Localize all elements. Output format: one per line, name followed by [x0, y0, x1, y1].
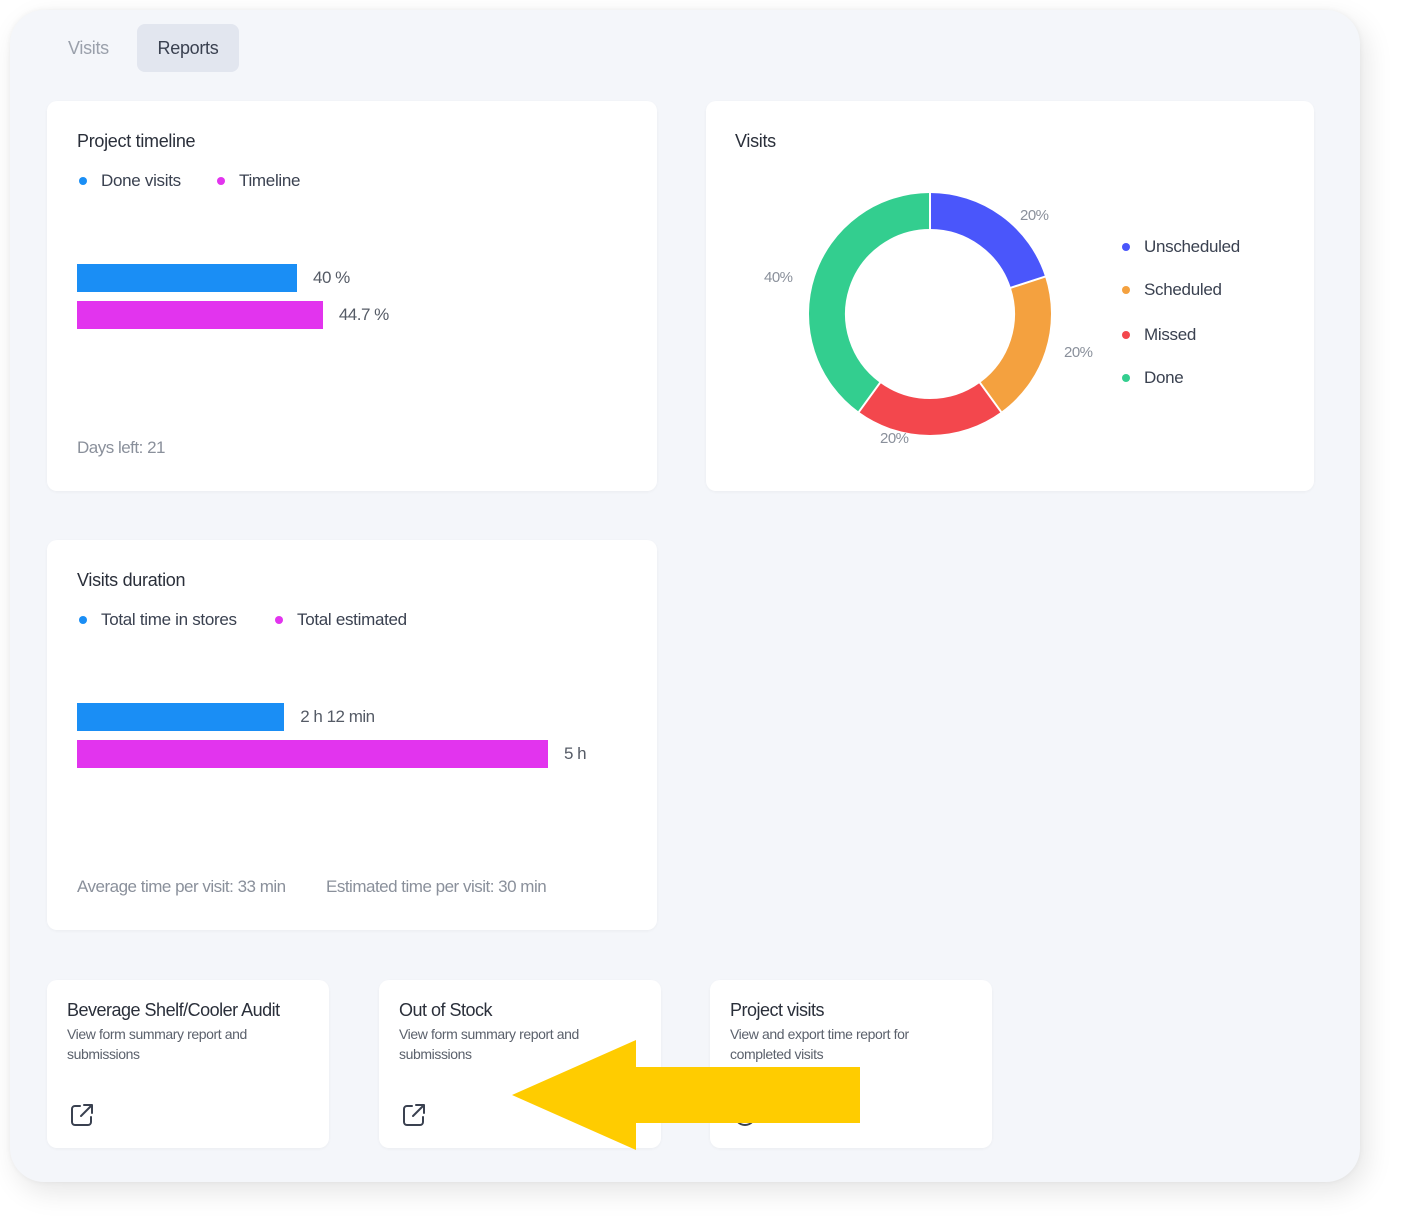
legend-dot — [275, 616, 283, 624]
bar-label-timeline: 44.7 % — [338, 305, 389, 324]
visits-duration-card: Visits duration Total time in stores Tot… — [47, 540, 657, 930]
legend-item-done: Done — [1122, 368, 1184, 388]
legend-dot — [79, 616, 87, 624]
legend-label: Total estimated — [297, 610, 407, 629]
estimated-time-per-visit: Estimated time per visit: 30 min — [326, 877, 547, 896]
bar-label-total-estimated: 5 h — [564, 744, 587, 763]
bar-timeline — [77, 301, 323, 329]
report-card-beverage-audit[interactable]: Beverage Shelf/Cooler Audit View form su… — [47, 980, 329, 1148]
legend-dot — [1122, 374, 1130, 382]
legend-label: Total time in stores — [101, 610, 237, 629]
bar-label-total-time-in-stores: 2 h 12 min — [300, 707, 375, 726]
average-time-per-visit: Average time per visit: 33 min — [77, 877, 286, 896]
days-left: Days left: 21 — [77, 438, 166, 457]
legend-item-unscheduled: Unscheduled — [1122, 237, 1240, 257]
legend-label: Scheduled — [1144, 280, 1222, 299]
external-link-icon[interactable] — [69, 1102, 95, 1128]
slice-label-unscheduled: 20% — [1020, 207, 1049, 224]
legend-dot — [1122, 331, 1130, 339]
tab-visits[interactable]: Visits — [48, 24, 129, 72]
legend-item-scheduled: Scheduled — [1122, 280, 1222, 300]
card-title: Visits duration — [77, 570, 186, 590]
legend-dot — [217, 177, 225, 185]
slice-label-done: 40% — [764, 269, 793, 286]
legend-label: Done — [1144, 368, 1184, 387]
report-card-title: Project visits — [730, 1000, 825, 1020]
legend-dot — [1122, 286, 1130, 294]
bar-label-done-visits: 40 % — [313, 268, 350, 287]
slice-label-missed: 20% — [880, 430, 909, 447]
slice-label-scheduled: 20% — [1064, 344, 1093, 361]
bar-done-visits — [77, 264, 297, 292]
legend-item-done-visits: Done visits — [79, 171, 181, 191]
report-card-title: Beverage Shelf/Cooler Audit — [67, 1000, 280, 1020]
donut-slice-scheduled — [979, 276, 1051, 412]
external-link-icon[interactable] — [401, 1102, 427, 1128]
donut-slice-unscheduled — [929, 193, 1046, 289]
bar-total-estimated — [77, 740, 548, 768]
legend-item-total-time-in-stores: Total time in stores — [79, 610, 237, 630]
bar-total-time-in-stores — [77, 703, 285, 731]
legend-label: Unscheduled — [1144, 237, 1240, 256]
annotation-arrow — [512, 1040, 860, 1150]
legend-label: Timeline — [239, 171, 301, 190]
legend-item-missed: Missed — [1122, 325, 1196, 345]
tab-reports[interactable]: Reports — [137, 24, 239, 72]
visits-donut-chart — [809, 192, 1051, 435]
visits-card: Visits 20% 20% 20% 40% Unscheduled Sched… — [706, 101, 1314, 491]
legend-label: Done visits — [101, 171, 181, 190]
donut-slice-done — [809, 193, 931, 412]
legend-item-total-estimated: Total estimated — [275, 610, 407, 630]
report-card-description: View form summary report and submissions — [67, 1026, 247, 1062]
project-timeline-card: Project timeline Done visits Timeline 40… — [47, 101, 657, 491]
legend-label: Missed — [1144, 325, 1197, 344]
legend-item-timeline: Timeline — [217, 171, 301, 191]
report-card-title: Out of Stock — [399, 1000, 493, 1020]
donut-slice-missed — [858, 382, 1002, 435]
legend-dot — [79, 177, 87, 185]
card-title: Project timeline — [77, 131, 196, 151]
legend-dot — [1122, 243, 1130, 251]
